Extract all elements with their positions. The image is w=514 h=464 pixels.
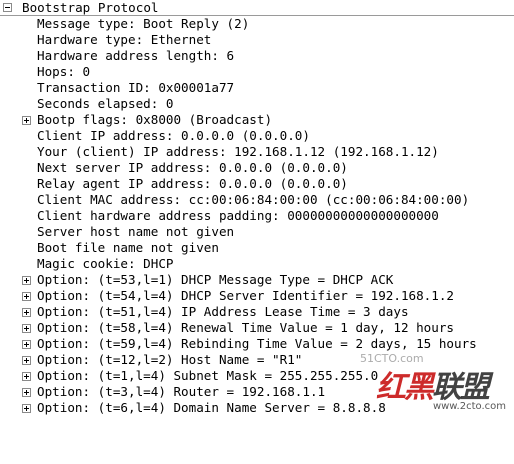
tree-item-option-59[interactable]: Option: (t=59,l=4) Rebinding Time Value … [0, 336, 514, 352]
tree-item-option-53[interactable]: Option: (t=53,l=1) DHCP Message Type = D… [0, 272, 514, 288]
tree-item-option-58[interactable]: Option: (t=58,l=4) Renewal Time Value = … [0, 320, 514, 336]
tree-item-your-ip[interactable]: Your (client) IP address: 192.168.1.12 (… [0, 144, 514, 160]
tree-item-label: Seconds elapsed: 0 [37, 96, 174, 111]
tree-item-label: Option: (t=53,l=1) DHCP Message Type = D… [37, 272, 394, 287]
tree-item-label: Option: (t=58,l=4) Renewal Time Value = … [37, 320, 455, 335]
tree-item-bootstrap-protocol[interactable]: Bootstrap Protocol [0, 0, 514, 16]
tree-item-option-54[interactable]: Option: (t=54,l=4) DHCP Server Identifie… [0, 288, 514, 304]
expand-icon[interactable] [22, 276, 31, 285]
tree-item-label: Server host name not given [37, 224, 235, 239]
tree-item-hops[interactable]: Hops: 0 [0, 64, 514, 80]
tree-item-label: Option: (t=54,l=4) DHCP Server Identifie… [37, 288, 455, 303]
expand-icon[interactable] [22, 404, 31, 413]
tree-item-label: Client IP address: 0.0.0.0 (0.0.0.0) [37, 128, 310, 143]
tree-item-boot-file-name[interactable]: Boot file name not given [0, 240, 514, 256]
tree-item-label: Message type: Boot Reply (2) [37, 16, 250, 31]
expand-icon[interactable] [22, 340, 31, 349]
expand-icon[interactable] [22, 388, 31, 397]
packet-details-tree: Bootstrap Protocol Message type: Boot Re… [0, 0, 514, 416]
tree-item-label: Boot file name not given [37, 240, 219, 255]
tree-item-hardware-address-length[interactable]: Hardware address length: 6 [0, 48, 514, 64]
tree-item-server-host-name[interactable]: Server host name not given [0, 224, 514, 240]
tree-item-relay-agent-ip[interactable]: Relay agent IP address: 0.0.0.0 (0.0.0.0… [0, 176, 514, 192]
tree-item-transaction-id[interactable]: Transaction ID: 0x00001a77 [0, 80, 514, 96]
tree-item-label: Relay agent IP address: 0.0.0.0 (0.0.0.0… [37, 176, 348, 191]
tree-item-next-server-ip[interactable]: Next server IP address: 0.0.0.0 (0.0.0.0… [0, 160, 514, 176]
tree-item-hw-address-padding[interactable]: Client hardware address padding: 0000000… [0, 208, 514, 224]
tree-item-label: Magic cookie: DHCP [37, 256, 174, 271]
tree-item-label: Client hardware address padding: 0000000… [37, 208, 439, 223]
tree-item-label: Option: (t=51,l=4) IP Address Lease Time… [37, 304, 409, 319]
tree-item-message-type[interactable]: Message type: Boot Reply (2) [0, 16, 514, 32]
tree-item-label: Hardware type: Ethernet [37, 32, 212, 47]
tree-item-client-ip[interactable]: Client IP address: 0.0.0.0 (0.0.0.0) [0, 128, 514, 144]
tree-item-label: Transaction ID: 0x00001a77 [37, 80, 235, 95]
tree-item-label: Bootstrap Protocol [22, 0, 159, 15]
tree-item-label: Option: (t=59,l=4) Rebinding Time Value … [37, 336, 477, 351]
collapse-icon[interactable] [3, 3, 12, 12]
tree-item-hardware-type[interactable]: Hardware type: Ethernet [0, 32, 514, 48]
tree-item-option-1[interactable]: Option: (t=1,l=4) Subnet Mask = 255.255.… [0, 368, 514, 384]
tree-item-label: Your (client) IP address: 192.168.1.12 (… [37, 144, 439, 159]
tree-item-label: Option: (t=12,l=2) Host Name = "R1" [37, 352, 303, 367]
tree-item-option-3[interactable]: Option: (t=3,l=4) Router = 192.168.1.1 [0, 384, 514, 400]
tree-item-client-mac[interactable]: Client MAC address: cc:00:06:84:00:00 (c… [0, 192, 514, 208]
expand-icon[interactable] [22, 356, 31, 365]
tree-item-seconds-elapsed[interactable]: Seconds elapsed: 0 [0, 96, 514, 112]
tree-item-label: Option: (t=3,l=4) Router = 192.168.1.1 [37, 384, 326, 399]
tree-item-option-12[interactable]: Option: (t=12,l=2) Host Name = "R1" [0, 352, 514, 368]
tree-item-label: Option: (t=1,l=4) Subnet Mask = 255.255.… [37, 368, 379, 383]
tree-item-option-51[interactable]: Option: (t=51,l=4) IP Address Lease Time… [0, 304, 514, 320]
tree-item-magic-cookie[interactable]: Magic cookie: DHCP [0, 256, 514, 272]
tree-item-label: Hops: 0 [37, 64, 91, 79]
expand-icon[interactable] [22, 116, 31, 125]
tree-item-label: Bootp flags: 0x8000 (Broadcast) [37, 112, 273, 127]
expand-icon[interactable] [22, 292, 31, 301]
tree-item-label: Client MAC address: cc:00:06:84:00:00 (c… [37, 192, 470, 207]
expand-icon[interactable] [22, 324, 31, 333]
expand-icon[interactable] [22, 308, 31, 317]
tree-item-label: Hardware address length: 6 [37, 48, 235, 63]
tree-item-label: Next server IP address: 0.0.0.0 (0.0.0.0… [37, 160, 348, 175]
expand-icon[interactable] [22, 372, 31, 381]
tree-item-bootp-flags[interactable]: Bootp flags: 0x8000 (Broadcast) [0, 112, 514, 128]
